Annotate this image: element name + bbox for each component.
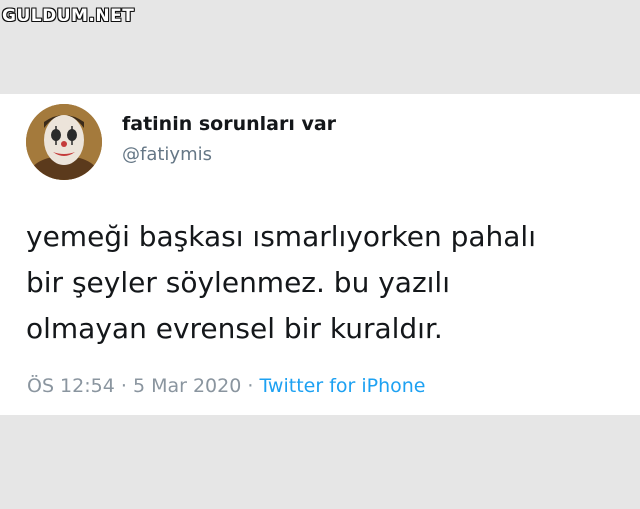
user-handle[interactable]: @fatiymis (122, 144, 212, 165)
avatar[interactable] (26, 104, 102, 180)
tweet-time[interactable]: ÖS 12:54 (27, 375, 115, 397)
meta-separator: · (247, 375, 254, 397)
tweet-card: fatinin sorunları var @fatiymis yemeği b… (0, 94, 640, 415)
meta-separator: · (120, 375, 127, 397)
tweet-date[interactable]: 5 Mar 2020 (133, 375, 241, 397)
clown-face-avatar-icon (26, 104, 102, 180)
guldum-watermark: GULDUM.NET (2, 6, 135, 26)
tweet-text-line: olmayan evrensel bir kuraldır. (26, 312, 443, 345)
tweet-source-link[interactable]: Twitter for iPhone (259, 375, 425, 397)
tweet-text-line: bir şeyler söylenmez. bu yazılı (26, 266, 450, 299)
tweet-text: yemeği başkası ısmarlıyorken pahalı bir … (26, 214, 626, 352)
tweet-text-line: yemeği başkası ısmarlıyorken pahalı (26, 220, 536, 253)
display-name[interactable]: fatinin sorunları var (122, 113, 336, 135)
tweet-meta: ÖS 12:54 · 5 Mar 2020 · Twitter for iPho… (27, 375, 426, 397)
